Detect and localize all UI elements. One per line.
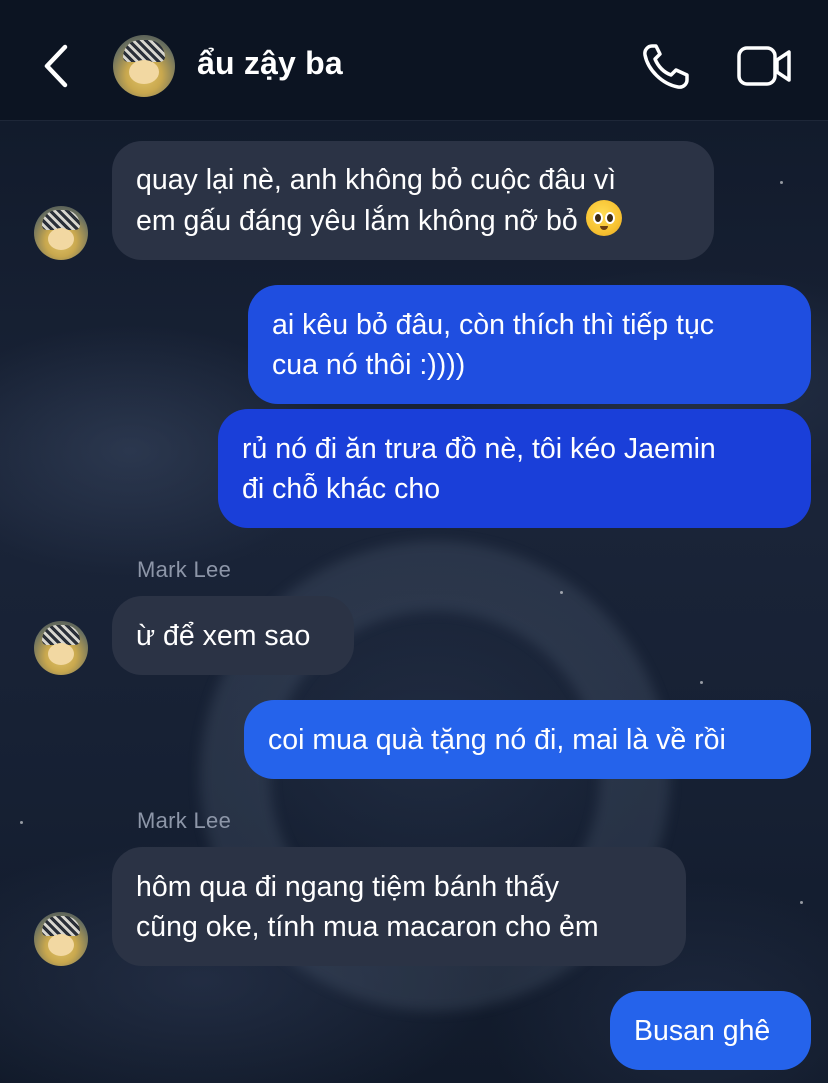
message-text: rủ nó đi ăn trưa đồ nè, tôi kéo Jaemin đ… — [242, 432, 716, 505]
sender-name: Mark Lee — [137, 808, 232, 833]
message-text: Busan ghê — [634, 1014, 771, 1047]
video-camera-icon — [737, 46, 791, 86]
message-bubble-outgoing[interactable]: rủ nó đi ăn trưa đồ nè, tôi kéo Jaemin đ… — [218, 409, 811, 528]
sender-avatar[interactable] — [34, 621, 88, 675]
message-text: coi mua quà tặng nó đi, mai là về rồi — [268, 723, 726, 756]
phone-icon — [643, 44, 689, 89]
message-bubble-outgoing[interactable]: coi mua quà tặng nó đi, mai là về rồi — [244, 700, 811, 779]
sender-avatar[interactable] — [34, 912, 88, 966]
message-bubble-incoming[interactable]: hôm qua đi ngang tiệm bánh thấy cũng oke… — [112, 847, 686, 966]
sender-avatar[interactable] — [34, 206, 88, 260]
message-bubble-outgoing[interactable]: Busan ghê — [610, 991, 811, 1070]
message-bubble-incoming[interactable]: ừ để xem sao — [112, 596, 354, 675]
message-bubble-outgoing[interactable]: ai kêu bỏ đâu, còn thích thì tiếp tục cu… — [248, 285, 811, 404]
message-text: quay lại nè, anh không bỏ cuộc đâu vì em… — [136, 160, 622, 241]
message-text: ai kêu bỏ đâu, còn thích thì tiếp tục cu… — [272, 308, 715, 381]
message-text: hôm qua đi ngang tiệm bánh thấy cũng oke… — [136, 870, 599, 943]
pleading-face-icon — [585, 200, 622, 236]
video-call-button[interactable] — [735, 42, 795, 90]
star-decoration — [780, 181, 783, 184]
star-decoration — [560, 591, 563, 594]
star-decoration — [800, 901, 803, 904]
message-bubble-incoming[interactable]: quay lại nè, anh không bỏ cuộc đâu vì em… — [112, 141, 714, 260]
message-text: ừ để xem sao — [136, 619, 311, 652]
sender-name: Mark Lee — [137, 557, 232, 582]
chevron-left-icon — [44, 44, 68, 88]
contact-name[interactable]: ẩu zậy ba — [197, 45, 343, 82]
contact-avatar[interactable] — [113, 35, 175, 97]
star-decoration — [700, 681, 703, 684]
call-button[interactable] — [638, 40, 694, 92]
star-decoration — [20, 821, 23, 824]
chat-header: ẩu zậy ba — [0, 0, 828, 121]
back-button[interactable] — [34, 38, 78, 94]
